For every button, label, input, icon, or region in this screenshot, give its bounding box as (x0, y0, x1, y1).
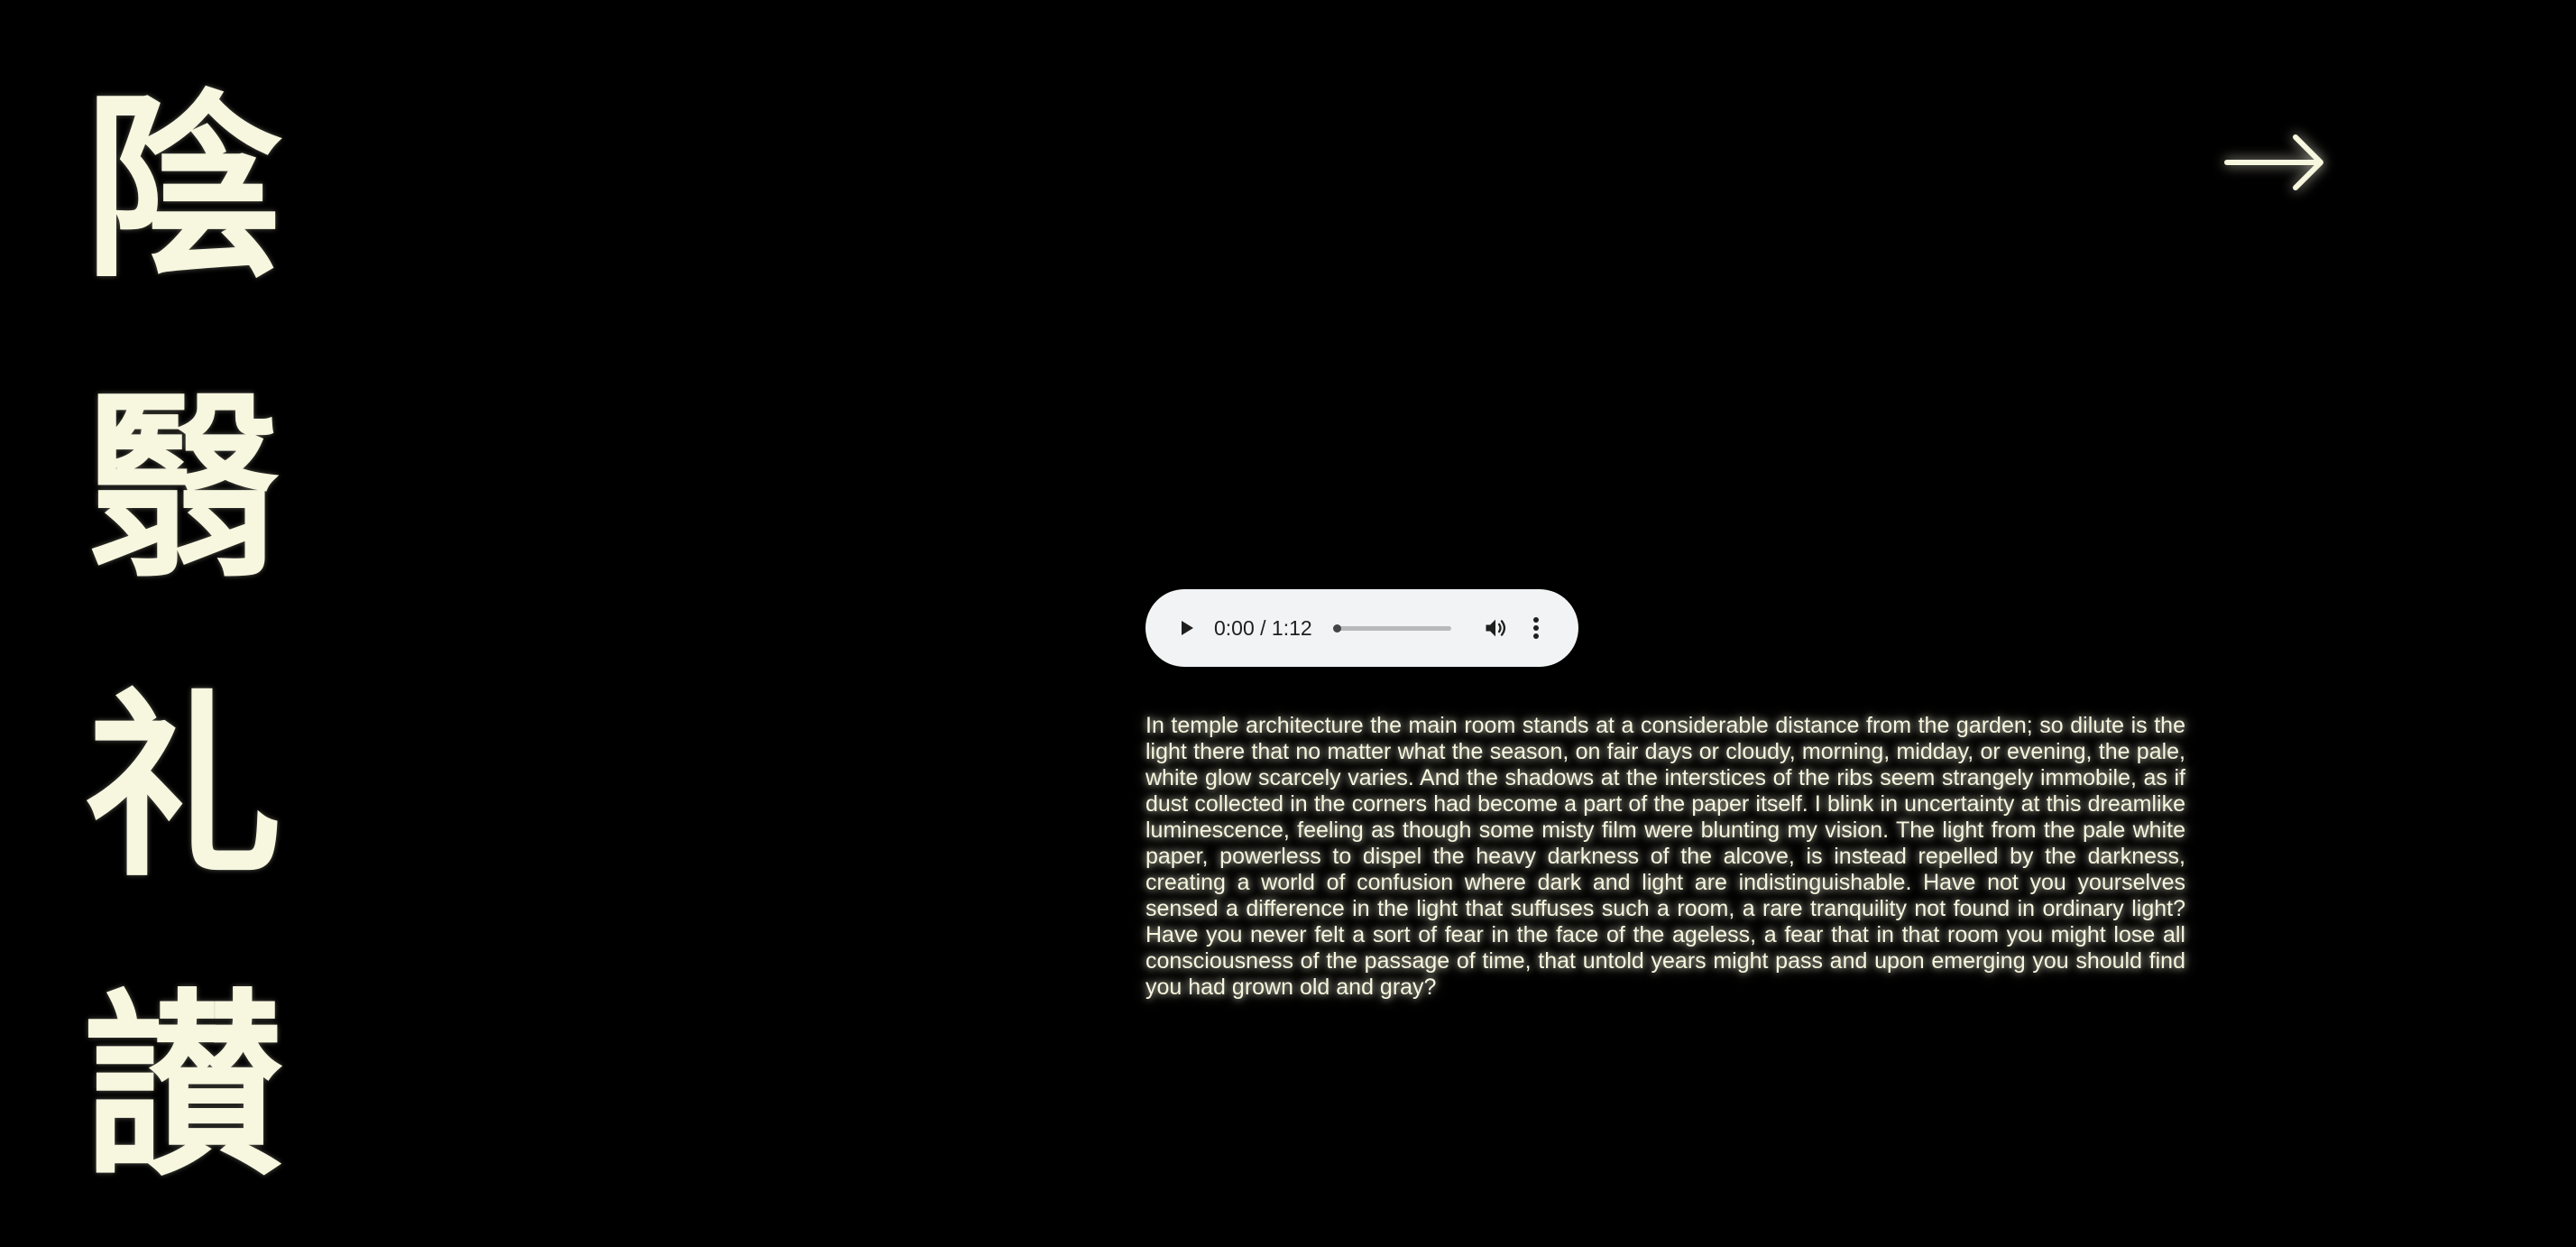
volume-icon (1486, 619, 1505, 637)
play-button[interactable] (1171, 613, 1201, 643)
right-arrow-icon (2224, 134, 2323, 190)
essay-paragraph: In temple architecture the main room sta… (1145, 713, 2185, 1000)
play-icon (1182, 621, 1193, 635)
title-character: 翳 (83, 370, 282, 604)
progress-slider[interactable] (1332, 624, 1451, 633)
vertical-title: 陰 翳 礼 讃 (79, 88, 287, 1186)
title-character: 讃 (83, 969, 282, 1203)
title-character: 陰 (83, 70, 282, 304)
more-options-button[interactable] (1525, 613, 1547, 643)
audio-player: 0:00 / 1:12 (1145, 589, 1578, 667)
next-page-link[interactable] (2223, 126, 2327, 199)
title-character: 礼 (83, 670, 282, 903)
volume-button[interactable] (1480, 613, 1511, 643)
more-vertical-icon (1532, 617, 1539, 639)
time-display: 0:00 / 1:12 (1214, 615, 1312, 640)
progress-thumb[interactable] (1332, 624, 1341, 633)
